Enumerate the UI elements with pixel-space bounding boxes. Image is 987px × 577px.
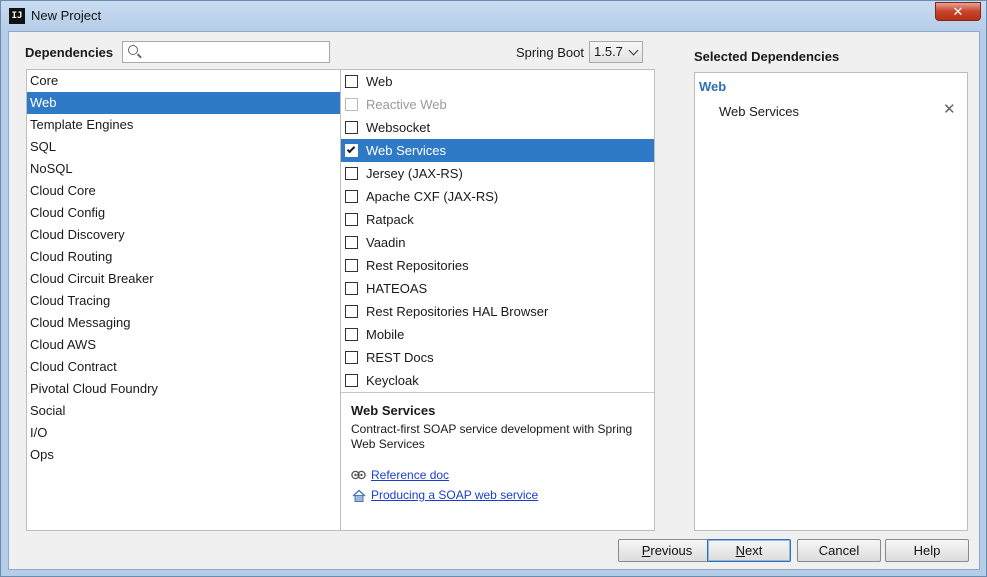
dependency-label: Websocket	[366, 120, 431, 135]
guide-home-icon	[352, 489, 366, 502]
category-item[interactable]: Social	[27, 400, 340, 422]
chevron-down-icon	[628, 45, 639, 56]
dependency-item[interactable]: Rest Repositories HAL Browser	[341, 300, 654, 323]
checkbox[interactable]	[345, 305, 358, 318]
window-title: New Project	[31, 8, 102, 23]
category-item[interactable]: Cloud Circuit Breaker	[27, 268, 340, 290]
dependency-label: Mobile	[366, 327, 405, 342]
category-item[interactable]: Cloud Routing	[27, 246, 340, 268]
next-button[interactable]: Next	[707, 539, 791, 562]
category-item[interactable]: NoSQL	[27, 158, 340, 180]
dependency-label: Rest Repositories HAL Browser	[366, 304, 549, 319]
category-item[interactable]: Ops	[27, 444, 340, 466]
dependency-label: Web	[366, 74, 393, 89]
category-item[interactable]: Cloud Tracing	[27, 290, 340, 312]
checkbox	[345, 98, 358, 111]
dependency-label: Jersey (JAX-RS)	[366, 166, 463, 181]
dependency-item: Reactive Web	[341, 93, 654, 116]
dependency-item[interactable]: Websocket	[341, 116, 654, 139]
dependency-item[interactable]: Web Services	[341, 139, 654, 162]
dependency-item[interactable]: Ratpack	[341, 208, 654, 231]
reference-doc-link-row: Reference doc	[351, 468, 449, 482]
checkbox[interactable]	[345, 374, 358, 387]
checkbox[interactable]	[345, 259, 358, 272]
dependency-item[interactable]: Mobile	[341, 323, 654, 346]
spring-boot-label: Spring Boot	[516, 45, 584, 60]
checkbox[interactable]	[345, 351, 358, 364]
help-button[interactable]: Help	[885, 539, 969, 562]
dependency-label: Keycloak	[366, 373, 419, 388]
dialog-content: Dependencies Spring Boot 1.5.7 Core Web Te…	[8, 31, 980, 570]
category-item[interactable]: Cloud Discovery	[27, 224, 340, 246]
dependency-item[interactable]: Apache CXF (JAX-RS)	[341, 185, 654, 208]
title-bar: IJ New Project ✕	[1, 1, 986, 31]
search-input[interactable]	[143, 44, 327, 60]
dependency-panel: Web Reactive Web Websocket Web Services Jers…	[340, 69, 655, 531]
category-item[interactable]: Web	[27, 92, 340, 114]
dependency-label: REST Docs	[366, 350, 434, 365]
spring-boot-version-value: 1.5.7	[594, 44, 623, 59]
category-list[interactable]: Core Web Template Engines SQL NoSQL Cloud Cor…	[26, 69, 341, 531]
dependency-label: Apache CXF (JAX-RS)	[366, 189, 499, 204]
dependency-item[interactable]: Web	[341, 70, 654, 93]
checkbox[interactable]	[345, 75, 358, 88]
category-item[interactable]: Cloud Config	[27, 202, 340, 224]
category-item[interactable]: Template Engines	[27, 114, 340, 136]
intellij-app-icon: IJ	[9, 8, 25, 24]
dependencies-label: Dependencies	[25, 45, 114, 60]
dependency-item[interactable]: Keycloak	[341, 369, 654, 392]
category-item[interactable]: Cloud Core	[27, 180, 340, 202]
category-item[interactable]: Cloud Contract	[27, 356, 340, 378]
selected-dependencies-title: Selected Dependencies	[694, 49, 840, 64]
cancel-button[interactable]: Cancel	[797, 539, 881, 562]
guide-link-row: Producing a SOAP web service	[351, 488, 538, 502]
checkbox[interactable]	[345, 121, 358, 134]
dependency-label: Ratpack	[366, 212, 414, 227]
dependency-label: Vaadin	[366, 235, 406, 250]
dependency-label: Rest Repositories	[366, 258, 469, 273]
reference-doc-link[interactable]: Reference doc	[371, 468, 449, 482]
checkmark-icon	[346, 144, 356, 154]
dependency-label: HATEOAS	[366, 281, 428, 296]
description-text: Contract-first SOAP service development …	[351, 422, 633, 451]
dependency-item[interactable]: Rest Repositories	[341, 254, 654, 277]
category-item[interactable]: I/O	[27, 422, 340, 444]
reference-doc-icon	[351, 470, 366, 480]
dependency-item[interactable]: Vaadin	[341, 231, 654, 254]
checkbox[interactable]	[345, 190, 358, 203]
search-box[interactable]	[122, 41, 330, 63]
checkbox-checked[interactable]	[345, 144, 358, 157]
spring-boot-version-select[interactable]: 1.5.7	[589, 41, 643, 63]
selected-group-heading: Web	[699, 79, 727, 94]
previous-button[interactable]: Previous	[618, 539, 716, 562]
dependency-label: Web Services	[366, 143, 446, 158]
category-item[interactable]: Cloud AWS	[27, 334, 340, 356]
category-item[interactable]: Cloud Messaging	[27, 312, 340, 334]
checkbox[interactable]	[345, 213, 358, 226]
dependency-item[interactable]: HATEOAS	[341, 277, 654, 300]
description-title: Web Services	[351, 403, 436, 418]
category-item[interactable]: Pivotal Cloud Foundry	[27, 378, 340, 400]
new-project-window: IJ New Project ✕ Dependencies Spring Boo…	[0, 0, 987, 577]
checkbox[interactable]	[345, 167, 358, 180]
selected-dependency-label: Web Services	[719, 104, 799, 119]
description-divider	[341, 392, 654, 393]
category-item[interactable]: SQL	[27, 136, 340, 158]
search-icon	[128, 45, 138, 55]
category-item[interactable]: Core	[27, 70, 340, 92]
dependency-label: Reactive Web	[366, 97, 447, 112]
checkbox[interactable]	[345, 328, 358, 341]
window-close-button[interactable]: ✕	[935, 2, 981, 21]
remove-dependency-close-icon[interactable]: ✕	[943, 102, 956, 117]
guide-link[interactable]: Producing a SOAP web service	[371, 488, 538, 502]
checkbox[interactable]	[345, 236, 358, 249]
checkbox[interactable]	[345, 282, 358, 295]
dependency-item[interactable]: REST Docs	[341, 346, 654, 369]
dependency-item[interactable]: Jersey (JAX-RS)	[341, 162, 654, 185]
selected-dependencies-panel: Web Web Services ✕	[694, 72, 968, 531]
